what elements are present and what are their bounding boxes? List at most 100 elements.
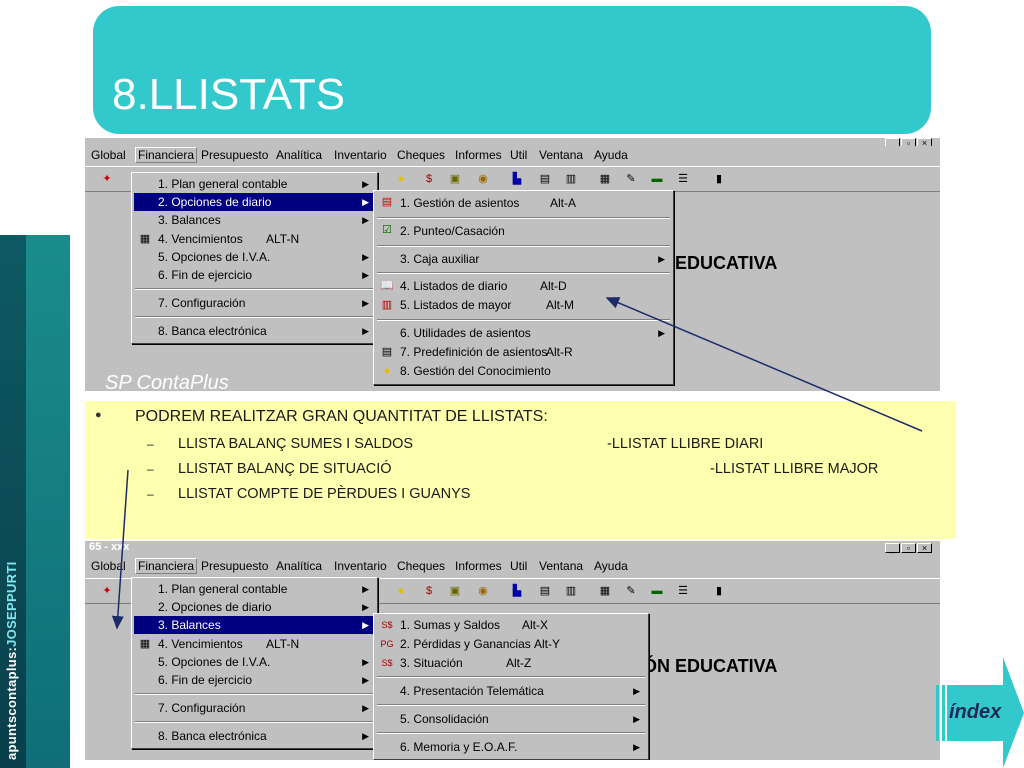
menu-cheques[interactable]: Cheques xyxy=(397,559,445,573)
balances-item-1[interactable]: S$ 1. Sumas y Saldos Alt-X xyxy=(376,616,646,634)
menu-ventana[interactable]: Ventana xyxy=(539,148,583,162)
index-button[interactable]: índex xyxy=(933,657,1024,768)
menu-analitica[interactable]: Analítica xyxy=(276,559,322,573)
menu-ayuda[interactable]: Ayuda xyxy=(594,148,628,162)
lightbulb-icon[interactable]: ● xyxy=(393,172,409,187)
financiera-item-7[interactable]: 7. Configuración ▶ xyxy=(134,294,375,312)
menu-ayuda[interactable]: Ayuda xyxy=(594,559,628,573)
menu-util[interactable]: Util xyxy=(510,148,527,162)
color-icon[interactable]: ✦ xyxy=(99,584,115,599)
financiera-item-3[interactable]: 3. Balances ▶ xyxy=(134,616,375,634)
menu-presupuesto[interactable]: Presupuesto xyxy=(201,148,268,162)
financiera-item-8[interactable]: 8. Banca electrónica ▶ xyxy=(134,322,375,340)
template-icon: ▤ xyxy=(381,346,393,358)
chart-icon[interactable]: ▙ xyxy=(509,172,525,187)
diario-item-3[interactable]: 3. Caja auxiliar ▶ xyxy=(376,249,671,269)
calculator-icon[interactable]: ▤ xyxy=(537,172,553,187)
chart-icon[interactable]: ▙ xyxy=(509,584,525,599)
financiera-item-4[interactable]: ▦ 4. Vencimientos ALT-N xyxy=(134,635,375,653)
financiera-item-3[interactable]: 3. Balances ▶ xyxy=(134,211,375,229)
menu-financiera[interactable]: Financiera xyxy=(135,558,198,574)
diario-item-6[interactable]: 6. Utilidades de asientos ▶ xyxy=(376,324,671,342)
diario-item-8[interactable]: ● 8. Gestión del Conocimiento xyxy=(376,362,671,380)
bullet-dot: ● xyxy=(95,409,102,421)
color-icon[interactable]: ✦ xyxy=(99,172,115,187)
financiera-item-7[interactable]: 7. Configuración ▶ xyxy=(134,699,375,717)
balances-item-2[interactable]: PG 2. Pérdidas y Ganancias Alt-Y xyxy=(376,635,646,653)
financiera-item-5[interactable]: 5. Opciones de I.V.A. ▶ xyxy=(134,248,375,266)
menu-util[interactable]: Util xyxy=(510,559,527,573)
balances-item-3[interactable]: S$ 3. Situación Alt-Z xyxy=(376,654,646,672)
save-icon[interactable]: ▮ xyxy=(711,172,727,187)
flag-icon[interactable]: ▬ xyxy=(649,172,665,187)
menu-bar: Global Financiera Presupuesto Analítica … xyxy=(85,557,940,577)
check-icon: ☑ xyxy=(382,224,392,236)
menu-informes[interactable]: Informes xyxy=(455,148,502,162)
financiera-item-4[interactable]: ▦ 4. Vencimientos ALT-N xyxy=(134,230,375,248)
menu-separator xyxy=(377,732,645,734)
financiera-item-2[interactable]: 2. Opciones de diario ▶ xyxy=(134,598,375,616)
diario-item-7[interactable]: ▤ 7. Predefinición de asientos Alt-R xyxy=(376,343,671,361)
financiera-item-6[interactable]: 6. Fin de ejercicio ▶ xyxy=(134,671,375,689)
menu-separator xyxy=(135,721,374,723)
document-icon[interactable]: ▥ xyxy=(563,584,579,599)
balances-item-5[interactable]: 5. Consolidación ▶ xyxy=(376,710,646,728)
balances-item-6[interactable]: 6. Memoria y E.O.A.F. ▶ xyxy=(376,738,646,756)
diario-item-5[interactable]: ▥ 5. Listados de mayor Alt-M xyxy=(376,296,671,314)
document-icon[interactable]: ▥ xyxy=(563,172,579,187)
slide: apuntscontaplus:JOSEPPURTI 8.LLISTATS _ ▫… xyxy=(0,0,1024,768)
calculator-icon[interactable]: ▤ xyxy=(537,584,553,599)
diario-item-4[interactable]: 📖 4. Listados de diario Alt-D xyxy=(376,277,671,295)
diario-item-1[interactable]: ▤ 1. Gestión de asientos Alt-A xyxy=(376,193,671,213)
notes-box: ● PODREM REALITZAR GRAN QUANTITAT DE LLI… xyxy=(85,401,956,539)
menu-cheques[interactable]: Cheques xyxy=(397,148,445,162)
note-item: LLISTAT BALANÇ DE SITUACIÓ xyxy=(178,461,392,477)
balances-item-4[interactable]: 4. Presentación Telemática ▶ xyxy=(376,682,646,700)
menu-separator xyxy=(377,272,670,274)
maximize-button[interactable]: ▫ xyxy=(901,543,916,553)
minimize-button[interactable]: _ xyxy=(885,543,900,553)
menu-global[interactable]: Global xyxy=(91,559,126,573)
edit-icon[interactable]: ✎ xyxy=(623,172,639,187)
flag-icon[interactable]: ▬ xyxy=(649,584,665,599)
menu-analitica[interactable]: Analítica xyxy=(276,148,322,162)
window-title: 65 - xxx xyxy=(89,541,130,553)
menu-inventario[interactable]: Inventario xyxy=(334,559,387,573)
grid-icon[interactable]: ▦ xyxy=(597,172,613,187)
financiera-menu: 1. Plan general contable ▶ 2. Opciones de… xyxy=(131,172,378,344)
dash: – xyxy=(147,437,154,451)
financiera-item-1[interactable]: 1. Plan general contable ▶ xyxy=(134,580,375,598)
lightbulb-icon[interactable]: ● xyxy=(393,584,409,599)
coin-icon[interactable]: ◉ xyxy=(475,584,491,599)
money-icon[interactable]: $ xyxy=(421,172,437,187)
menu-inventario[interactable]: Inventario xyxy=(334,148,387,162)
money-icon[interactable]: $ xyxy=(421,584,437,599)
menu-global[interactable]: Global xyxy=(91,148,126,162)
note-item: LLISTAT COMPTE DE PÈRDUES I GUANYS xyxy=(178,486,471,502)
jar-icon[interactable]: ▣ xyxy=(447,172,463,187)
menu-separator xyxy=(377,704,645,706)
financiera-item-2[interactable]: 2. Opciones de diario ▶ xyxy=(134,193,375,211)
financiera-item-1[interactable]: 1. Plan general contable ▶ xyxy=(134,175,375,193)
save-icon[interactable]: ▮ xyxy=(711,584,727,599)
grid-icon[interactable]: ▦ xyxy=(597,584,613,599)
calendar-icon: ▦ xyxy=(139,233,151,245)
menu-ventana[interactable]: Ventana xyxy=(539,559,583,573)
edit-icon[interactable]: ✎ xyxy=(623,584,639,599)
jar-icon[interactable]: ▣ xyxy=(447,584,463,599)
financiera-item-6[interactable]: 6. Fin de ejercicio ▶ xyxy=(134,266,375,284)
menu-informes[interactable]: Informes xyxy=(455,559,502,573)
stack-icon[interactable]: ☰ xyxy=(675,584,691,599)
diario-item-2[interactable]: ☑ 2. Punteo/Casación xyxy=(376,221,671,241)
financiera-item-8[interactable]: 8. Banca electrónica ▶ xyxy=(134,727,375,745)
credit-name: JOSEPPURTI xyxy=(4,561,19,647)
stack-icon[interactable]: ☰ xyxy=(675,172,691,187)
financiera-item-5[interactable]: 5. Opciones de I.V.A. ▶ xyxy=(134,653,375,671)
diario-submenu: ▤ 1. Gestión de asientos Alt-A ☑ 2. Punteo/… xyxy=(373,190,674,385)
product-logo: SP ContaPlus xyxy=(105,372,229,391)
close-button[interactable]: × xyxy=(917,543,932,553)
coin-icon[interactable]: ◉ xyxy=(475,172,491,187)
menu-financiera[interactable]: Financiera xyxy=(135,147,198,163)
menu-presupuesto[interactable]: Presupuesto xyxy=(201,559,268,573)
profit-loss-icon: PG xyxy=(380,639,394,649)
